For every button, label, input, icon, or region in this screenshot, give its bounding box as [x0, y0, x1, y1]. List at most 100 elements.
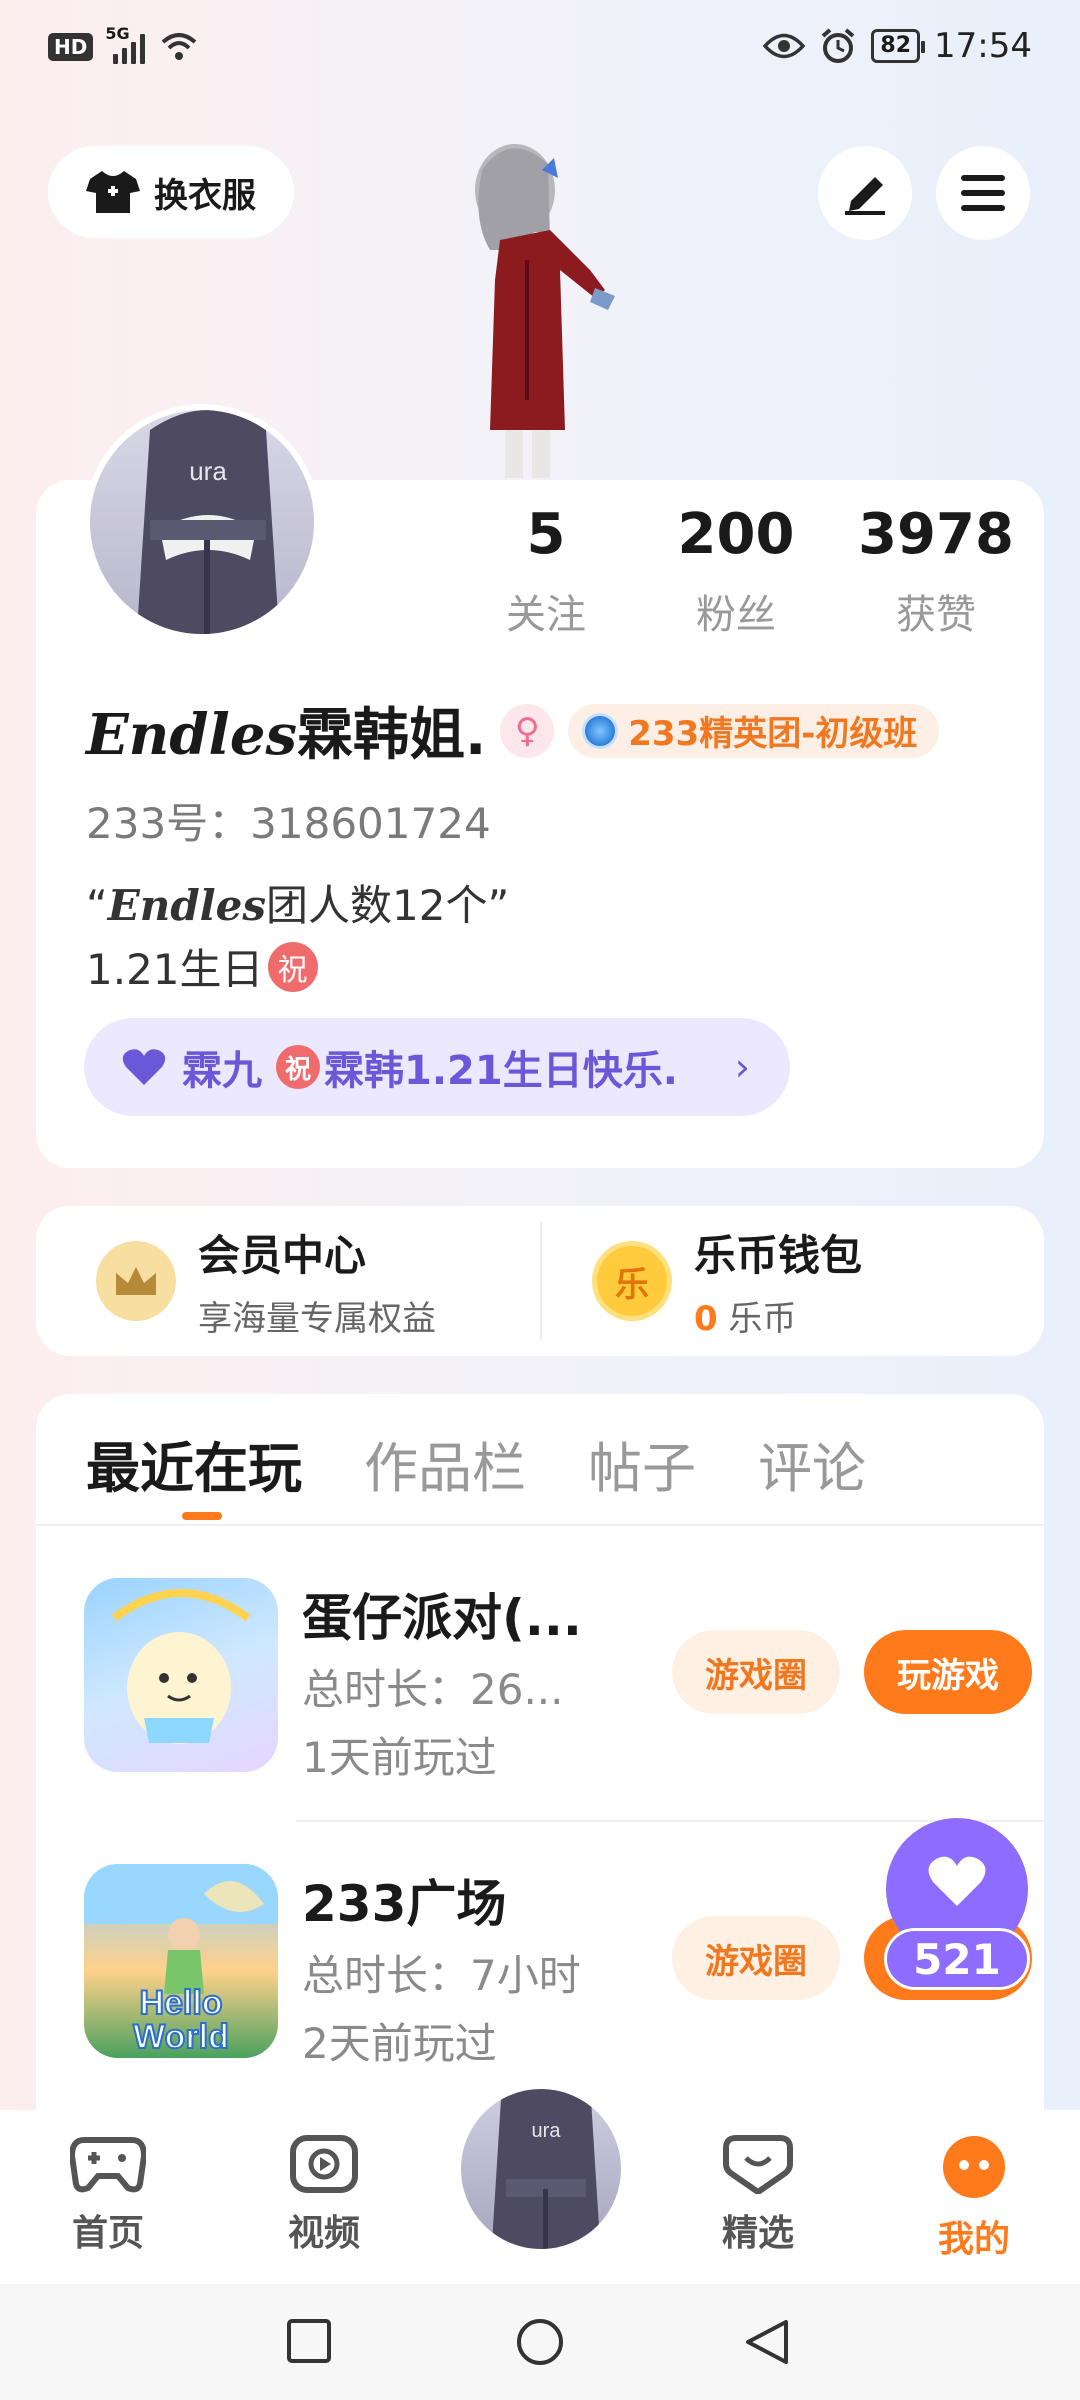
game-duration: 总时长：7小时 — [302, 1951, 581, 2000]
followers-label: 粉丝 — [696, 592, 776, 638]
bio-text: 团人数12个” — [266, 881, 510, 930]
username-text: 霖韩姐. — [296, 703, 487, 768]
tab-works[interactable]: 作品栏 — [364, 1424, 526, 1503]
shirt-icon — [86, 171, 140, 213]
nav-home[interactable]: 首页 — [38, 2134, 178, 2256]
username-deco: Endles — [86, 702, 297, 768]
banner-part1: 霖九 — [182, 1048, 262, 1094]
game-name: 蛋仔派对(... — [302, 1589, 582, 1647]
menu-icon — [961, 175, 1005, 211]
heart-icon — [928, 1856, 986, 1906]
game-icon-eggy-party — [84, 1578, 278, 1772]
profile-face-icon — [943, 2136, 1005, 2198]
heart-chat-icon — [723, 2135, 793, 2194]
tab-bar: 最近在玩 作品栏 帖子 评论 — [86, 1424, 866, 1520]
nav-mine[interactable]: 我的 — [904, 2134, 1044, 2262]
list-item[interactable]: 蛋仔派对(... 总时长：26... 1天前玩过 游戏圈 玩游戏 — [84, 1578, 1044, 1782]
back-icon[interactable] — [744, 2318, 790, 2366]
game-icon-233-plaza: Hello World — [84, 1864, 278, 2058]
nav-mine-label: 我的 — [937, 2219, 1010, 2260]
edit-profile-button[interactable] — [818, 146, 912, 240]
like-count-badge[interactable]: 521 — [884, 1928, 1030, 1990]
change-outfit-button[interactable]: 换衣服 — [48, 146, 294, 238]
tab-recently-played[interactable]: 最近在玩 — [86, 1424, 302, 1520]
coin-amount: 0 — [694, 1299, 718, 1339]
female-icon: ♀ — [500, 703, 555, 758]
coin-unit: 乐币 — [728, 1299, 797, 1339]
user-id[interactable]: 233号：318601724 — [86, 790, 491, 851]
network-type: 5G — [105, 24, 130, 43]
member-center[interactable]: 会员中心 享海量专属权益 — [36, 1222, 540, 1340]
avatar[interactable]: ura — [84, 404, 320, 640]
coin-wallet-title: 乐币钱包 — [694, 1231, 863, 1280]
content-card: 最近在玩 作品栏 帖子 评论 蛋仔派对(... 总时长：26... 1天前玩过 … — [36, 1394, 1044, 2114]
crown-icon — [96, 1241, 176, 1321]
svg-text:ura: ura — [532, 2120, 562, 2142]
followers-count: 200 — [677, 502, 795, 567]
game-circle-button[interactable]: 游戏圈 — [672, 1630, 840, 1714]
recent-apps-icon[interactable] — [286, 2318, 332, 2364]
edit-icon — [845, 177, 885, 215]
home-icon[interactable] — [516, 2318, 564, 2366]
status-bar: HD 5G 82 17:54 — [0, 0, 1080, 100]
nav-featured-label: 精选 — [721, 2213, 794, 2254]
nav-avatar-center[interactable]: ura — [456, 2084, 626, 2254]
bio-quote-open: “ — [86, 881, 108, 930]
hd-badge: HD — [48, 33, 94, 61]
change-outfit-label: 换衣服 — [154, 175, 256, 216]
member-center-title: 会员中心 — [198, 1231, 367, 1280]
plaza-icon-text-2: World — [133, 2018, 229, 2056]
member-wallet-card: 会员中心 享海量专属权益 乐 乐币钱包 0 乐币 — [36, 1206, 1044, 1356]
bio-line-1: “Endles团人数12个” — [86, 872, 509, 933]
stat-likes[interactable]: 3978 获赞 — [836, 500, 1036, 640]
member-center-subtitle: 享海量专属权益 — [198, 1299, 436, 1339]
status-time: 17:54 — [934, 26, 1032, 66]
game-last-played: 1天前玩过 — [302, 1733, 497, 1782]
game-duration: 总时长：26... — [302, 1665, 564, 1714]
nav-video[interactable]: 视频 — [254, 2134, 394, 2256]
tab-posts[interactable]: 帖子 — [588, 1424, 696, 1503]
svg-text:ura: ura — [189, 456, 227, 486]
stat-followers[interactable]: 200 粉丝 — [636, 500, 836, 640]
name-row: Endles霖韩姐. ♀ 233精英团-初级班 — [86, 690, 940, 771]
likes-count: 3978 — [858, 502, 1014, 567]
bio-line-2: 1.21生日 祝 — [86, 936, 318, 997]
wifi-icon — [162, 33, 197, 60]
stats-row: 5 关注 200 粉丝 3978 获赞 — [456, 500, 1046, 640]
bio-birthday: 1.21生日 — [86, 945, 264, 994]
menu-button[interactable] — [936, 146, 1030, 240]
gamepad-icon — [70, 2137, 146, 2193]
following-label: 关注 — [506, 592, 586, 638]
battery-icon: 82 — [871, 29, 925, 63]
bio-deco: Endles — [107, 881, 267, 930]
coin-wallet-balance: 0 乐币 — [694, 1291, 862, 1340]
coin-wallet[interactable]: 乐 乐币钱包 0 乐币 — [540, 1222, 1044, 1340]
tab-divider — [36, 1524, 1044, 1526]
game-last-played: 2天前玩过 — [302, 2019, 497, 2068]
system-nav-bar — [0, 2284, 1080, 2400]
club-badge-label: 233精英团-初级班 — [628, 714, 918, 754]
play-game-button[interactable]: 玩游戏 — [864, 1630, 1032, 1714]
heart-icon — [122, 1049, 166, 1085]
likes-label: 获赞 — [896, 592, 976, 638]
plaza-icon-text-1: Hello — [139, 1984, 222, 2022]
chevron-right-icon: › — [734, 1045, 750, 1089]
alarm-icon — [822, 28, 855, 63]
club-badge[interactable]: 233精英团-初级班 — [568, 703, 940, 758]
game-name: 233广场 — [302, 1875, 507, 1933]
eye-icon — [763, 33, 806, 59]
tab-comments[interactable]: 评论 — [758, 1424, 866, 1503]
video-icon — [290, 2135, 358, 2193]
club-badge-icon — [582, 712, 619, 749]
nav-featured[interactable]: 精选 — [688, 2134, 828, 2256]
character-figure[interactable] — [430, 130, 660, 480]
nav-home-label: 首页 — [71, 2213, 144, 2254]
signal-icon: 5G — [105, 24, 146, 64]
coin-icon: 乐 — [592, 1241, 672, 1321]
nav-video-label: 视频 — [287, 2213, 360, 2254]
game-circle-button[interactable]: 游戏圈 — [672, 1916, 840, 2000]
celebrate-icon: 祝 — [267, 941, 318, 992]
stat-following[interactable]: 5 关注 — [456, 500, 636, 640]
username: Endles霖韩姐. — [86, 690, 486, 771]
birthday-banner[interactable]: 霖九 祝 霖韩1.21生日快乐. › — [84, 1018, 790, 1116]
